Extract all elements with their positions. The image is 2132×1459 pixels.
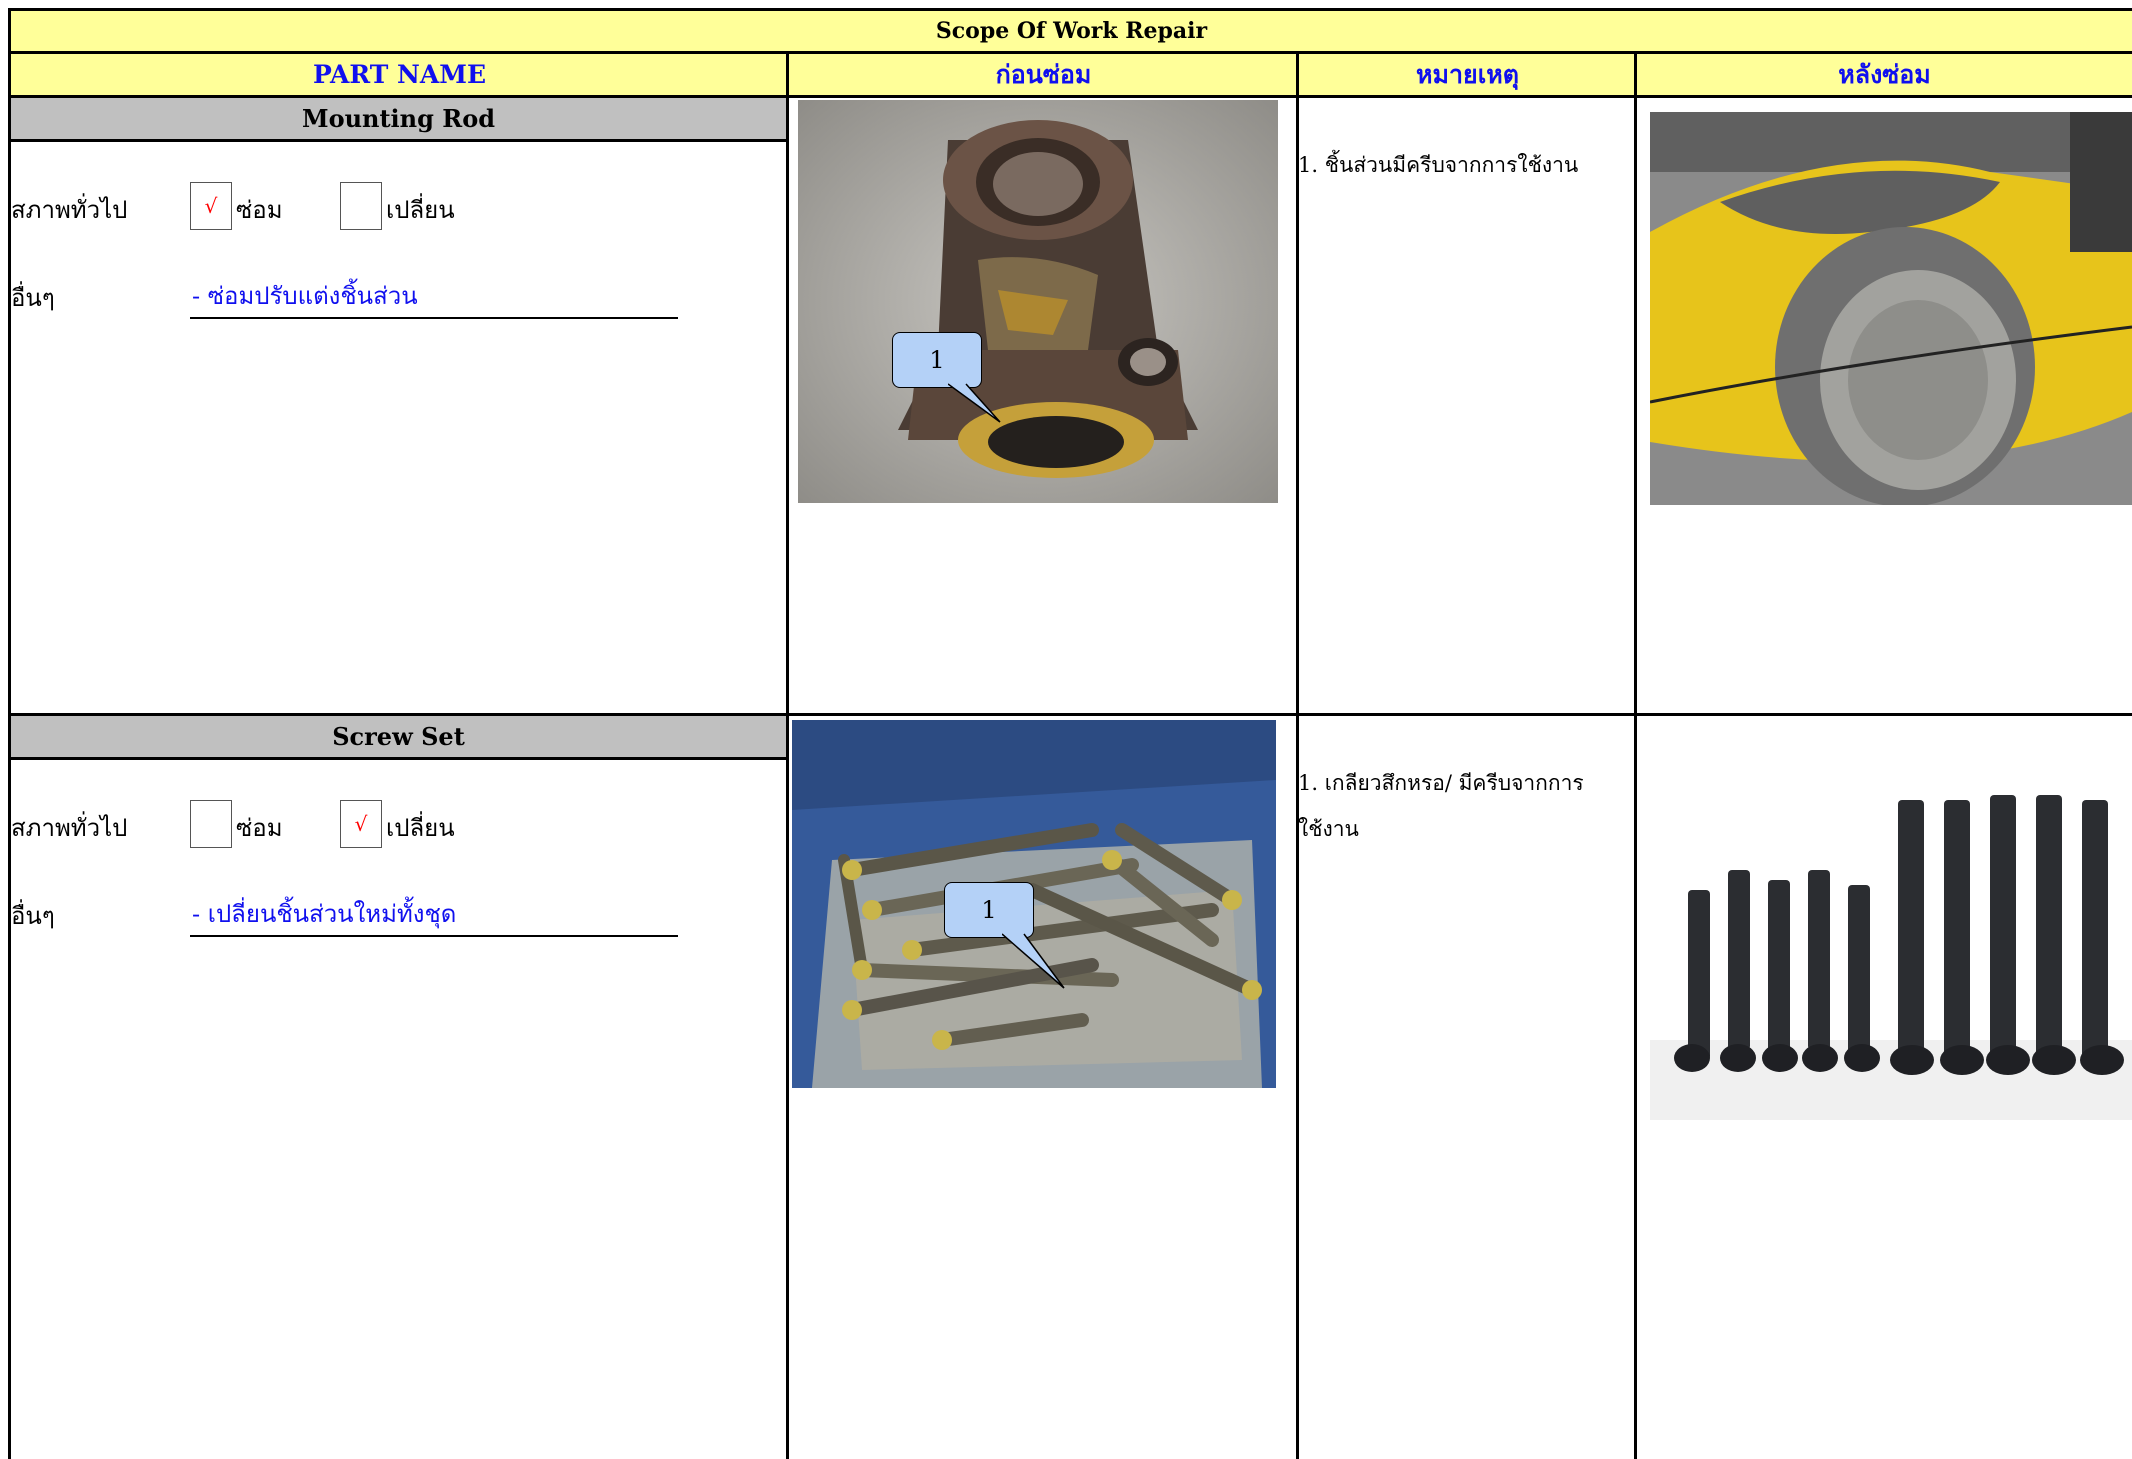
callout-marker: 1	[892, 332, 982, 388]
grid-line	[1634, 54, 1637, 1459]
repair-checkbox[interactable]: √	[190, 182, 232, 230]
remark-line: 1. เกลียวสึกหรอ/ มีครีบจากการ	[1298, 771, 1584, 795]
part-name-screw-set: Screw Set	[11, 716, 786, 760]
remark-text: 1. ชิ้นส่วนมีครีบจากการใช้งาน	[1298, 142, 1578, 188]
repair-checkbox[interactable]	[190, 800, 232, 848]
grid-line	[786, 54, 789, 1459]
repair-label: ซ่อม	[236, 196, 283, 224]
photo-after-mounting-rod	[1650, 112, 2132, 505]
other-text: - ซ่อมปรับแต่งชิ้นส่วน	[192, 282, 418, 310]
remark-text: 1. เกลียวสึกหรอ/ มีครีบจากการ ใช้งาน	[1298, 760, 1584, 852]
other-text: - เปลี่ยนชิ้นส่วนใหม่ทั้งชุด	[192, 900, 457, 928]
underline	[190, 935, 678, 937]
header-after-repair: หลังซ่อม	[1634, 54, 2132, 98]
photo-before-screw-set: 1	[792, 720, 1276, 1088]
header-part-name: PART NAME	[8, 54, 788, 98]
part-name-mounting-rod: Mounting Rod	[11, 98, 786, 142]
sheet-title: Scope Of Work Repair	[8, 8, 2132, 54]
underline	[190, 317, 678, 319]
repair-sheet: Scope Of Work Repair PART NAME ก่อนซ่อม …	[0, 0, 2132, 1459]
callout-marker: 1	[944, 882, 1034, 938]
check-mark-icon: √	[354, 812, 368, 836]
status-label: สภาพทั่วไป	[11, 814, 128, 842]
check-mark-icon: √	[204, 194, 218, 218]
photo-after-screw-set	[1650, 740, 2132, 1120]
replace-label: เปลี่ยน	[386, 814, 455, 842]
remark-line: ใช้งาน	[1298, 817, 1359, 841]
replace-checkbox[interactable]	[340, 182, 382, 230]
header-before-repair: ก่อนซ่อม	[786, 54, 1298, 98]
repair-label: ซ่อม	[236, 814, 283, 842]
replace-checkbox[interactable]: √	[340, 800, 382, 848]
other-label: อื่นๆ	[11, 284, 55, 312]
header-remark: หมายเหตุ	[1296, 54, 1636, 98]
remark-line: 1. ชิ้นส่วนมีครีบจากการใช้งาน	[1298, 153, 1579, 177]
other-label: อื่นๆ	[11, 902, 55, 930]
grid-line	[1296, 54, 1299, 1459]
replace-label: เปลี่ยน	[386, 196, 455, 224]
status-label: สภาพทั่วไป	[11, 196, 128, 224]
photo-before-mounting-rod: 1	[798, 100, 1278, 503]
